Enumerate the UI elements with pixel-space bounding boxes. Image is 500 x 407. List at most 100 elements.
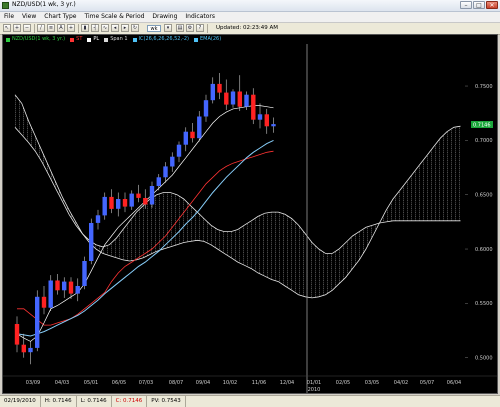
toolbar-divider: [207, 24, 208, 33]
candle-body: [68, 281, 74, 294]
candle-body: [170, 156, 175, 167]
legend-label: NZD/USD(1 wk, 3 yr.): [12, 36, 66, 42]
candle-body: [244, 94, 249, 107]
candle-body: [122, 199, 128, 207]
legend-label: EMA(26): [199, 36, 222, 42]
x-tick-label: 01/01: [307, 380, 321, 386]
menu-indicators[interactable]: Indicators: [181, 12, 219, 22]
candle-body: [55, 280, 60, 291]
y-tick-label: 0.6000: [475, 247, 493, 253]
candle-body: [224, 92, 229, 105]
menu-chart-type[interactable]: Chart Type: [40, 12, 80, 22]
candle-body: [41, 296, 47, 308]
candle-body: [35, 296, 40, 348]
close-button[interactable]: ✕: [486, 1, 498, 9]
menu-time-scale[interactable]: Time Scale & Period: [80, 12, 148, 22]
status-close: C: 0.7146: [112, 396, 148, 407]
text-tool-icon[interactable]: A: [57, 24, 65, 32]
status-high: H: 0.7146: [41, 396, 77, 407]
candle-body: [251, 94, 256, 120]
window-controls: – □ ✕: [460, 1, 498, 9]
price-chart[interactable]: 0.7500 0.7000 0.6500 0.6000 0.5500 0.5000 0.71…: [3, 44, 497, 393]
candle-body: [264, 114, 269, 127]
settings-icon[interactable]: ⚙: [186, 24, 194, 32]
chevron-down-icon[interactable]: ▾: [164, 24, 172, 32]
timeframe-select[interactable]: wk: [147, 25, 161, 32]
maximize-button[interactable]: □: [473, 1, 485, 9]
candle-body: [237, 91, 242, 107]
x-tick-label: 06/04: [447, 380, 461, 386]
updated-time: Updated: 02:23:49 AM: [216, 25, 278, 31]
minimize-button[interactable]: –: [460, 1, 472, 9]
x-tick-label: 04/02: [394, 380, 408, 386]
chart-legend: NZD/USD(1 wk, 3 yr.) ST PL Span 1 IC(26,…: [3, 35, 497, 44]
candle-body: [149, 186, 155, 205]
toolbar-divider: [78, 24, 79, 33]
candle-body: [143, 198, 148, 205]
toolbar-divider: [34, 24, 35, 33]
legend-swatch: [104, 37, 109, 42]
candle-body: [75, 286, 80, 294]
menu-file[interactable]: File: [0, 12, 18, 22]
x-tick-label: 07/03: [139, 380, 153, 386]
line-tool-icon[interactable]: /: [37, 24, 45, 32]
x-tick-label: 09/04: [196, 380, 210, 386]
scroll-right-icon[interactable]: ▸: [121, 24, 129, 32]
bar-chart-icon[interactable]: ┤: [91, 24, 99, 32]
year-label: 2010: [308, 387, 321, 393]
status-pv: PV: 0.7543: [147, 396, 186, 407]
status-date: 02/19/2010: [0, 396, 41, 407]
scroll-left-icon[interactable]: ◂: [111, 24, 119, 32]
refresh-icon[interactable]: ↻: [131, 24, 139, 32]
legend-swatch: [6, 37, 10, 42]
candle-body: [95, 215, 101, 223]
candle-body: [257, 114, 263, 120]
current-price-label: 0.7146: [473, 123, 491, 129]
legend-label: IC(26,6,26,26,52,-2): [138, 36, 189, 42]
x-tick-label: 05/01: [84, 380, 98, 386]
candle-body: [82, 261, 87, 286]
menu-view[interactable]: View: [18, 12, 40, 22]
candle-body: [210, 83, 215, 101]
status-bar: 02/19/2010 H: 0.7146 L: 0.7146 C: 0.7146…: [0, 395, 500, 407]
candle-chart-icon[interactable]: ▮: [81, 24, 89, 32]
candle-body: [28, 347, 33, 353]
senkou-span-a-line: [14, 94, 461, 299]
y-tick-label: 0.7000: [475, 138, 493, 144]
zoom-in-icon[interactable]: +: [13, 24, 21, 32]
zoom-out-icon[interactable]: −: [23, 24, 31, 32]
legend-swatch: [193, 37, 198, 42]
candle-body: [183, 131, 188, 145]
legend-swatch: [132, 37, 137, 42]
crosshair-icon[interactable]: +: [67, 24, 75, 32]
candle-body: [230, 91, 236, 105]
x-tick-label: 10/02: [223, 380, 237, 386]
x-tick-label: 05/07: [420, 380, 434, 386]
candle-body: [203, 100, 209, 117]
candle-body: [116, 199, 121, 209]
y-tick-label: 0.7500: [475, 84, 493, 90]
status-low: L: 0.7146: [77, 396, 112, 407]
menu-drawing[interactable]: Drawing: [148, 12, 181, 22]
legend-swatch: [87, 37, 92, 42]
candle-body: [271, 124, 276, 127]
cursor-icon[interactable]: ↖: [3, 24, 11, 32]
print-icon[interactable]: ▤: [176, 24, 184, 32]
chart-area[interactable]: NZD/USD(1 wk, 3 yr.) ST PL Span 1 IC(26,…: [2, 34, 498, 394]
line-chart-icon[interactable]: ∿: [101, 24, 109, 32]
legend-label: Span 1: [110, 36, 128, 42]
candle-body: [48, 280, 53, 308]
fib-tool-icon[interactable]: ≡: [47, 24, 55, 32]
candle-body: [217, 83, 222, 93]
x-tick-label: 04/03: [55, 380, 69, 386]
help-icon[interactable]: ?: [196, 24, 204, 32]
candle-body: [190, 131, 195, 139]
candle-body: [102, 196, 107, 216]
legend-item-ema: EMA(26): [193, 35, 222, 44]
candle-body: [163, 166, 168, 178]
legend-item-symbol: NZD/USD(1 wk, 3 yr.): [6, 35, 65, 44]
legend-swatch: [70, 37, 75, 42]
x-tick-label: 02/05: [336, 380, 350, 386]
x-tick-label: 03/05: [365, 380, 379, 386]
x-tick-label: 03/09: [26, 380, 40, 386]
